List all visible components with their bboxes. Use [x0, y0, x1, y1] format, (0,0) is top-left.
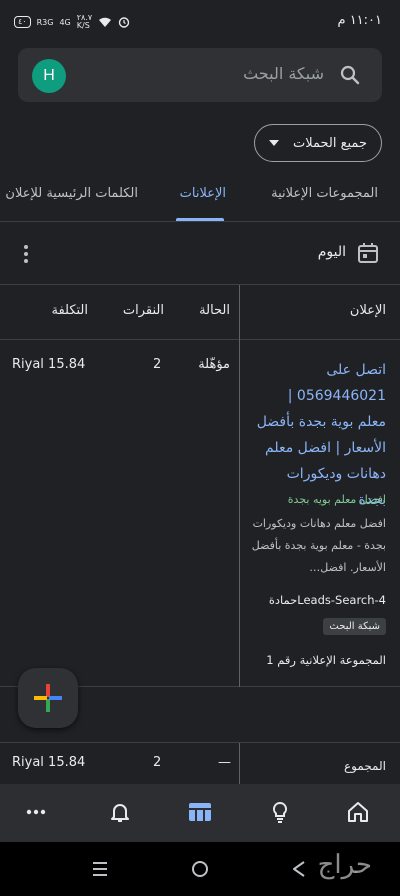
system-navigation-bar: حراج [0, 842, 400, 896]
column-divider [239, 341, 240, 687]
column-divider [239, 285, 240, 341]
date-range-row: اليوم [0, 232, 400, 276]
ad-display-url: افضل معلم بويه بجدة [287, 493, 386, 506]
status-bar: ٤٠ R3G 4G ٢٨.٧ K/S ١١:٠١ م [0, 0, 400, 44]
total-clicks: 2 [153, 755, 162, 770]
search-input[interactable]: شبكة البحث [243, 64, 324, 83]
cost-value: Riyal 15.84 [12, 357, 86, 372]
status-time: ١١:٠١ م [337, 13, 383, 28]
header-cost[interactable]: التكلفة [51, 303, 88, 318]
wifi-icon [99, 17, 112, 27]
avatar[interactable]: H [32, 59, 66, 93]
more-vertical-icon[interactable] [18, 242, 34, 266]
back-icon[interactable] [290, 860, 308, 878]
header-clicks[interactable]: النقرات [123, 303, 164, 318]
campaign-filter-dropdown[interactable]: جميع الحملات [254, 124, 382, 162]
date-range-label[interactable]: اليوم [318, 244, 346, 260]
recents-icon[interactable] [90, 860, 110, 878]
total-row: المجموع — 2 Riyal 15.84 [0, 742, 400, 785]
status-icons: ٤٠ R3G 4G ٢٨.٧ K/S [14, 12, 130, 32]
table-row[interactable]: اتصل على 0569446021 | معلم بوية بجدة بأف… [0, 341, 400, 687]
header-ad[interactable]: الإعلان [350, 303, 386, 318]
tab-ad-groups[interactable]: المجموعات الإعلانية [271, 186, 378, 201]
signal-label-1: R3G [36, 17, 54, 27]
total-label: المجموع [344, 759, 386, 773]
watermark-logo: حراج [317, 850, 372, 880]
more-icon[interactable] [20, 796, 52, 828]
bell-icon[interactable] [104, 796, 136, 828]
create-fab-button[interactable] [18, 668, 78, 728]
bottom-navigation [0, 784, 400, 842]
plus-icon [34, 684, 62, 712]
alarm-icon [118, 17, 130, 28]
ad-campaign-name: Leads-Search-4حمادة [268, 593, 386, 607]
home-button-icon[interactable] [191, 860, 209, 878]
signal-label-2: 4G [59, 17, 71, 27]
tab-keywords[interactable]: الكلمات الرئيسية للإعلان [5, 186, 138, 201]
column-divider [239, 743, 240, 785]
table-header: الإعلان الحالة النقرات التكلفة [0, 284, 400, 341]
search-bar[interactable]: H شبكة البحث [18, 48, 382, 102]
ad-description: افضل معلم دهانات وديكورات بجدة - معلم بو… [251, 517, 386, 574]
network-speed: ٢٨.٧ K/S [76, 13, 93, 30]
status-value: مؤهّلة [198, 357, 230, 372]
search-icon[interactable] [338, 63, 362, 87]
home-icon[interactable] [342, 796, 374, 828]
calendar-icon[interactable] [356, 241, 380, 265]
ad-headline[interactable]: اتصل على 0569446021 | معلم بوية بجدة بأف… [256, 357, 386, 513]
table-icon[interactable] [184, 796, 216, 828]
total-status: — [218, 755, 231, 770]
clicks-value: 2 [153, 357, 162, 372]
ad-group-name: المجموعة الإعلانية رقم 1 [266, 653, 386, 667]
tab-ads[interactable]: الإعلانات [180, 186, 226, 201]
active-tab-indicator [176, 218, 224, 221]
total-cost: Riyal 15.84 [12, 755, 86, 770]
network-badge: شبكة البحث [323, 618, 386, 635]
tab-bar: المجموعات الإعلانية الإعلانات الكلمات ال… [0, 170, 400, 222]
battery-indicator: ٤٠ [14, 16, 31, 28]
campaign-filter-label: جميع الحملات [292, 135, 367, 151]
lightbulb-icon[interactable] [264, 796, 296, 828]
header-status[interactable]: الحالة [199, 303, 230, 318]
caret-down-icon [269, 140, 279, 146]
